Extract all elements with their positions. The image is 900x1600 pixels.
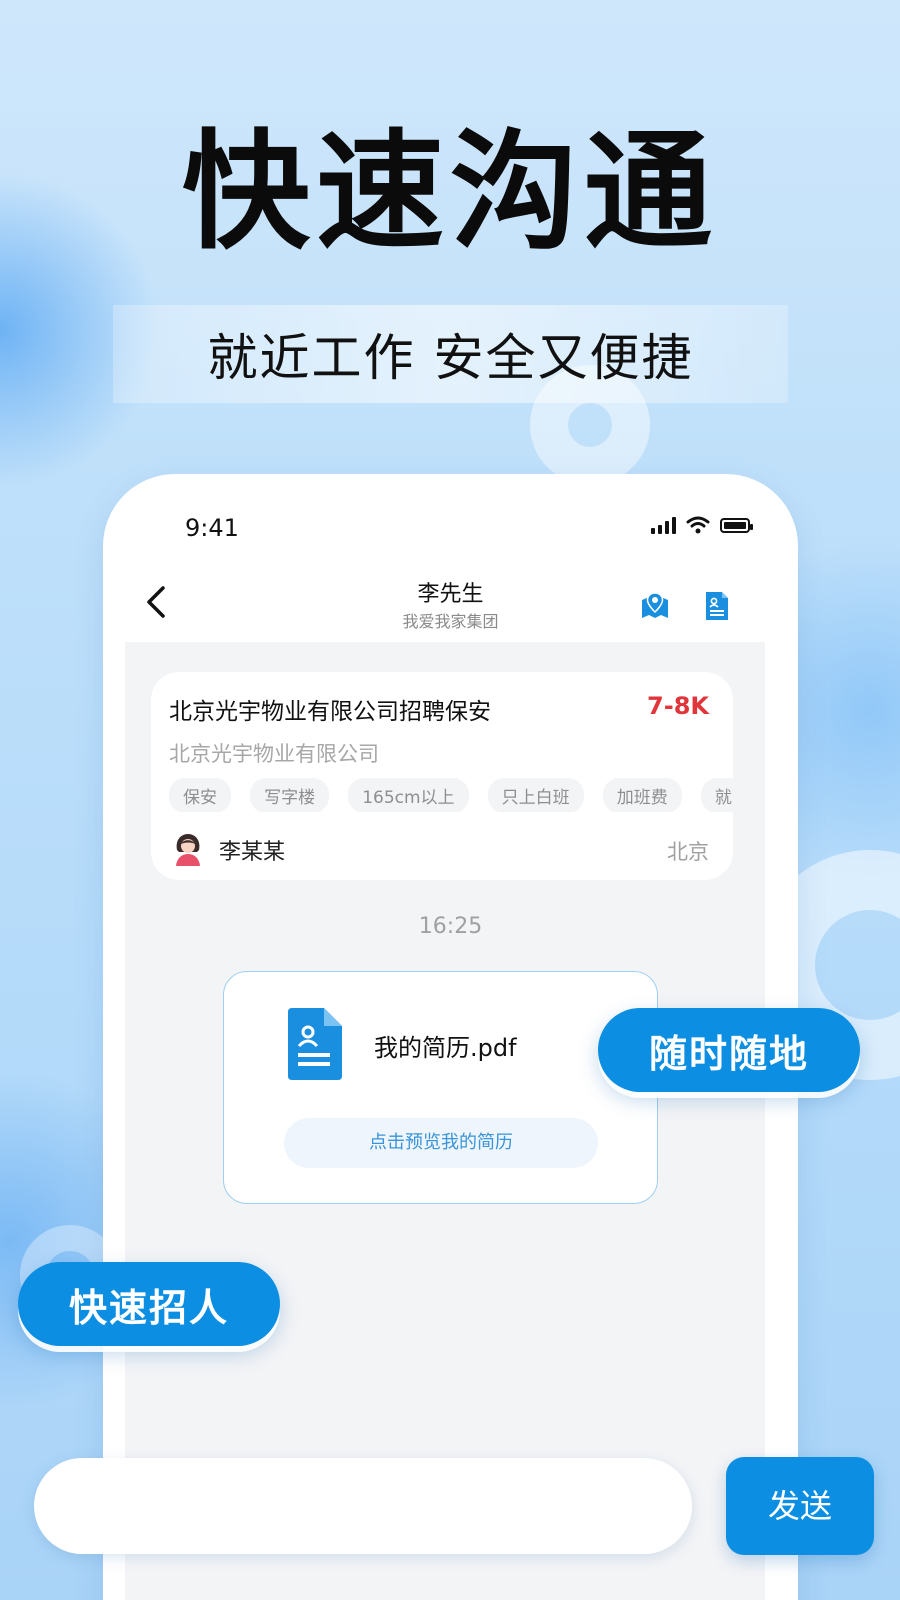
job-tags: 保安 写字楼 165cm以上 只上白班 加班费 就 bbox=[169, 778, 733, 812]
job-tag: 写字楼 bbox=[250, 778, 330, 812]
job-tag: 165cm以上 bbox=[348, 778, 469, 812]
battery-icon bbox=[720, 517, 753, 533]
preview-resume-button[interactable]: 点击预览我的简历 bbox=[284, 1118, 598, 1168]
wifi-icon bbox=[686, 516, 710, 534]
message-input[interactable] bbox=[34, 1458, 692, 1554]
contact-company: 我爱我家集团 bbox=[402, 612, 499, 631]
contact-name: 李先生 bbox=[417, 582, 484, 607]
promo-headline: 快速沟通 bbox=[181, 118, 718, 267]
status-time: 9:41 bbox=[185, 514, 239, 542]
job-salary: 7-8K bbox=[647, 692, 709, 720]
map-pin-icon[interactable] bbox=[639, 590, 671, 622]
job-tag: 保安 bbox=[169, 778, 231, 812]
job-tag: 只上白班 bbox=[487, 778, 584, 812]
promo-canvas: 快速沟通 就近工作 安全又便捷 9:41 李先生 我爱我家集团 北京光宇物业有限… bbox=[0, 0, 900, 1600]
message-timestamp: 16:25 bbox=[418, 914, 483, 939]
signal-icon bbox=[651, 516, 676, 534]
job-city: 北京 bbox=[667, 840, 709, 864]
job-tag: 加班费 bbox=[602, 778, 682, 812]
job-company: 北京光宇物业有限公司 bbox=[169, 742, 379, 766]
send-button[interactable]: 发送 bbox=[726, 1457, 874, 1555]
job-tag: 就 bbox=[700, 778, 733, 812]
resume-icon[interactable] bbox=[701, 590, 733, 622]
poster-name: 李某某 bbox=[219, 840, 286, 865]
status-icons bbox=[651, 516, 753, 534]
promo-subtitle: 就近工作 安全又便捷 bbox=[207, 329, 694, 387]
avatar bbox=[176, 834, 200, 866]
job-title: 北京光宇物业有限公司招聘保安 bbox=[169, 699, 491, 725]
document-icon bbox=[288, 1008, 342, 1080]
badge-anywhere: 随时随地 bbox=[598, 1008, 860, 1092]
promo-subtitle-band: 就近工作 安全又便捷 bbox=[113, 305, 788, 403]
badge-hire: 快速招人 bbox=[18, 1262, 280, 1346]
job-card[interactable]: 北京光宇物业有限公司招聘保安 7-8K 北京光宇物业有限公司 保安 写字楼 16… bbox=[151, 672, 733, 880]
file-message-card[interactable]: 我的简历.pdf 点击预览我的简历 bbox=[223, 971, 658, 1204]
file-name: 我的简历.pdf bbox=[374, 1034, 517, 1062]
